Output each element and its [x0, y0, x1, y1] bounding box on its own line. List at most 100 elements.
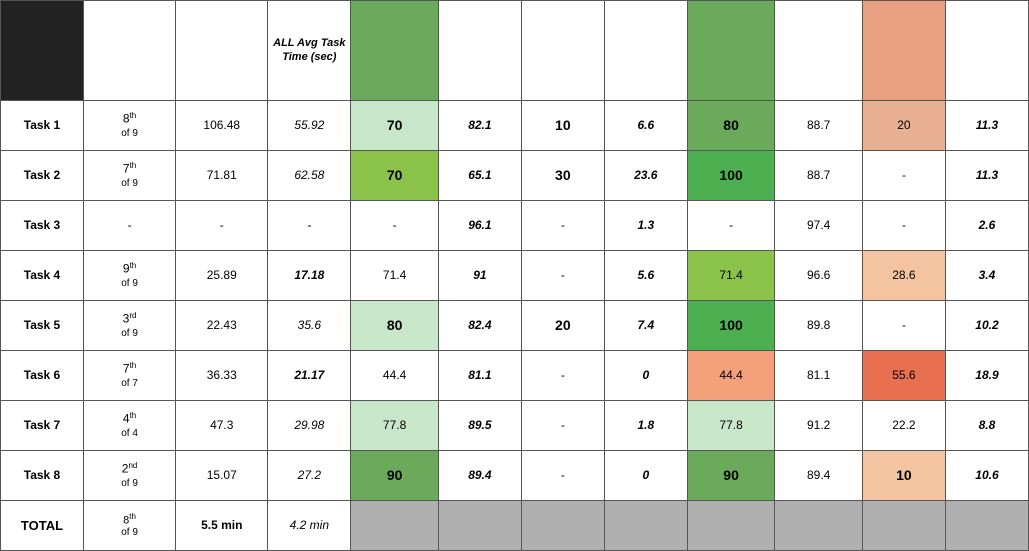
fr-all-cell: 18.9 — [945, 351, 1028, 401]
header-row: ALL Avg Task Time (sec) — [1, 1, 1029, 101]
asr-oxford-cell: 30 — [521, 151, 604, 201]
total-esr-all — [438, 501, 521, 551]
total-asr-oxford — [521, 501, 604, 551]
rank-cell: 9thof 9 — [83, 251, 175, 301]
esr-oxford-cell: 77.8 — [351, 401, 439, 451]
all-avg-cell: 17.18 — [268, 251, 351, 301]
task-label: Task 6 — [1, 351, 84, 401]
task-label: Task 7 — [1, 401, 84, 451]
total-label: TOTAL — [1, 501, 84, 551]
avg-task-cell: 15.07 — [176, 451, 268, 501]
task-label: Task 5 — [1, 301, 84, 351]
all-avg-cell: 27.2 — [268, 451, 351, 501]
osr-all-cell: 91.2 — [775, 401, 863, 451]
avg-task-cell: 25.89 — [176, 251, 268, 301]
header-asr-oxford — [521, 1, 604, 101]
total-esr-oxford — [351, 501, 439, 551]
task-label: Task 2 — [1, 151, 84, 201]
avg-task-cell: - — [176, 201, 268, 251]
header-osr-all — [775, 1, 863, 101]
all-avg-cell: 55.92 — [268, 101, 351, 151]
all-avg-cell: 29.98 — [268, 401, 351, 451]
osr-all-cell: 89.4 — [775, 451, 863, 501]
total-osr-oxford — [687, 501, 775, 551]
osr-all-cell: 88.7 — [775, 101, 863, 151]
osr-oxford-cell: 44.4 — [687, 351, 775, 401]
table-row: Task 6 7thof 7 36.33 21.17 44.4 81.1 - 0… — [1, 351, 1029, 401]
asr-oxford-cell: - — [521, 351, 604, 401]
asr-all-cell: 0 — [604, 451, 687, 501]
esr-oxford-cell: 70 — [351, 101, 439, 151]
table-row: Task 1 8thof 9 106.48 55.92 70 82.1 10 6… — [1, 101, 1029, 151]
header-fr-all — [945, 1, 1028, 101]
osr-all-cell: 96.6 — [775, 251, 863, 301]
esr-oxford-cell: 90 — [351, 451, 439, 501]
fr-oxford-cell: 20 — [862, 101, 945, 151]
osr-oxford-cell: 77.8 — [687, 401, 775, 451]
esr-all-cell: 65.1 — [438, 151, 521, 201]
data-table: ALL Avg Task Time (sec) — [0, 0, 1029, 551]
asr-all-cell: 1.3 — [604, 201, 687, 251]
fr-all-cell: 8.8 — [945, 401, 1028, 451]
fr-all-cell: 3.4 — [945, 251, 1028, 301]
rank-cell: 7thof 9 — [83, 151, 175, 201]
avg-task-cell: 106.48 — [176, 101, 268, 151]
fr-oxford-cell: 10 — [862, 451, 945, 501]
fr-oxford-cell: - — [862, 151, 945, 201]
all-avg-cell: 35.6 — [268, 301, 351, 351]
avg-task-cell: 71.81 — [176, 151, 268, 201]
asr-all-cell: 7.4 — [604, 301, 687, 351]
esr-all-cell: 82.4 — [438, 301, 521, 351]
main-table-container: ALL Avg Task Time (sec) — [0, 0, 1029, 551]
esr-oxford-cell: 44.4 — [351, 351, 439, 401]
asr-all-cell: 6.6 — [604, 101, 687, 151]
header-avg-task — [176, 1, 268, 101]
table-row: Task 5 3rdof 9 22.43 35.6 80 82.4 20 7.4… — [1, 301, 1029, 351]
fr-oxford-cell: - — [862, 301, 945, 351]
rank-cell: 3rdof 9 — [83, 301, 175, 351]
rank-cell: 8thof 9 — [83, 101, 175, 151]
task-label: Task 3 — [1, 201, 84, 251]
asr-oxford-cell: - — [521, 201, 604, 251]
osr-oxford-cell: 90 — [687, 451, 775, 501]
table-row: Task 8 2ndof 9 15.07 27.2 90 89.4 - 0 90… — [1, 451, 1029, 501]
osr-oxford-cell: 80 — [687, 101, 775, 151]
esr-oxford-cell: - — [351, 201, 439, 251]
total-rank: 8thof 9 — [83, 501, 175, 551]
esr-all-cell: 91 — [438, 251, 521, 301]
esr-all-cell: 82.1 — [438, 101, 521, 151]
fr-all-cell: 10.2 — [945, 301, 1028, 351]
asr-oxford-cell: - — [521, 451, 604, 501]
header-all-avg: ALL Avg Task Time (sec) — [268, 1, 351, 101]
rank-cell: 4thof 4 — [83, 401, 175, 451]
osr-oxford-cell: 100 — [687, 301, 775, 351]
table-row: Task 3 - - - - 96.1 - 1.3 - 97.4 - 2.6 — [1, 201, 1029, 251]
esr-all-cell: 89.5 — [438, 401, 521, 451]
total-osr-all — [775, 501, 863, 551]
osr-oxford-cell: 100 — [687, 151, 775, 201]
osr-all-cell: 81.1 — [775, 351, 863, 401]
header-esr-oxford — [351, 1, 439, 101]
table-row: Task 4 9thof 9 25.89 17.18 71.4 91 - 5.6… — [1, 251, 1029, 301]
esr-oxford-cell: 80 — [351, 301, 439, 351]
fr-oxford-cell: - — [862, 201, 945, 251]
table-row: TOTAL 8thof 9 5.5 min 4.2 min — [1, 501, 1029, 551]
asr-all-cell: 5.6 — [604, 251, 687, 301]
rank-cell: 7thof 7 — [83, 351, 175, 401]
asr-oxford-cell: - — [521, 251, 604, 301]
fr-all-cell: 10.6 — [945, 451, 1028, 501]
osr-oxford-cell: 71.4 — [687, 251, 775, 301]
esr-all-cell: 89.4 — [438, 451, 521, 501]
fr-all-cell: 2.6 — [945, 201, 1028, 251]
fr-all-cell: 11.3 — [945, 101, 1028, 151]
total-avg: 5.5 min — [176, 501, 268, 551]
asr-oxford-cell: 10 — [521, 101, 604, 151]
all-avg-cell: 62.58 — [268, 151, 351, 201]
rank-cell: 2ndof 9 — [83, 451, 175, 501]
asr-all-cell: 0 — [604, 351, 687, 401]
header-asr-all — [604, 1, 687, 101]
esr-all-cell: 81.1 — [438, 351, 521, 401]
header-esr-all — [438, 1, 521, 101]
all-avg-cell: 21.17 — [268, 351, 351, 401]
total-fr-oxford — [862, 501, 945, 551]
